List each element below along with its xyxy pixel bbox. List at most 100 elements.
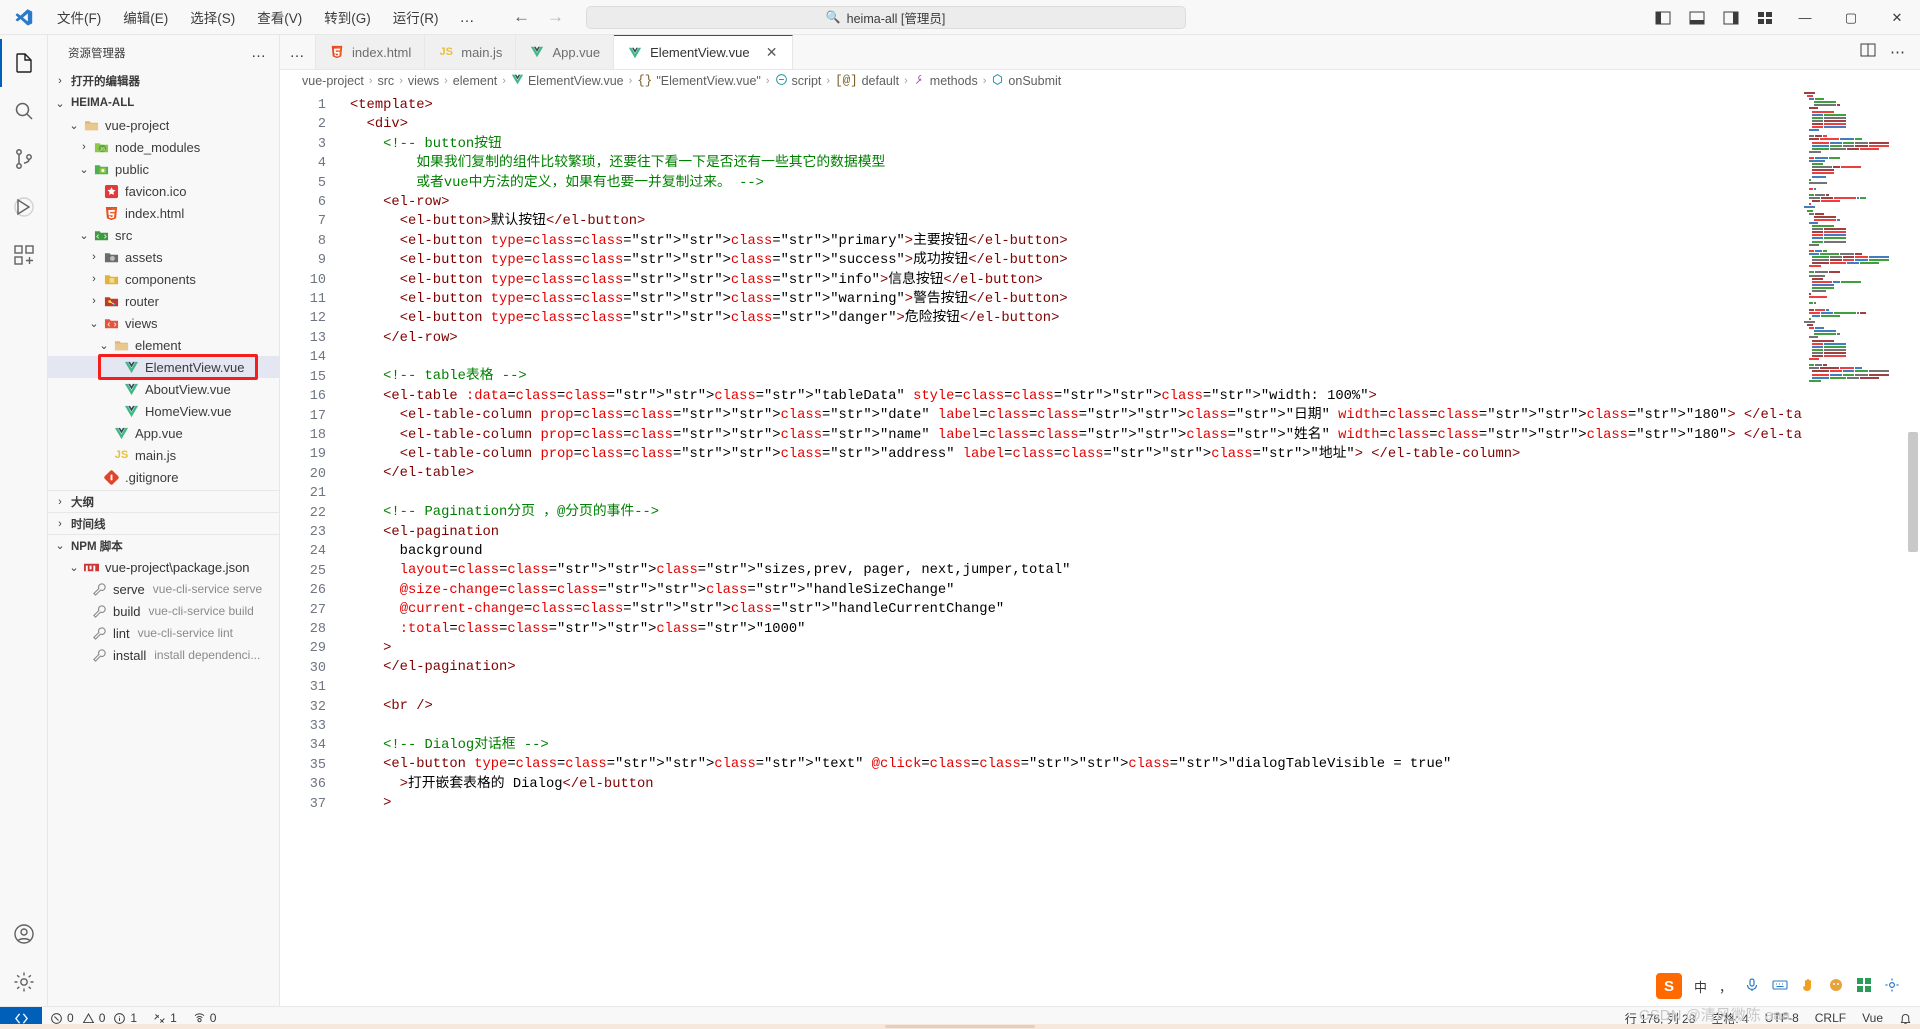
code-line[interactable]: <el-button>默认按钮</el-button> <box>342 212 1920 231</box>
editor-more-actions-icon[interactable]: ⋯ <box>1890 43 1906 61</box>
code-line[interactable]: >打开嵌套表格的 Dialog</el-button <box>342 775 1920 794</box>
tree-file-index.html[interactable]: index.html <box>48 202 279 224</box>
timeline-section[interactable]: › 时间线 <box>48 512 279 534</box>
code-line[interactable]: 或者vue中方法的定义，如果有也要一并复制过来。 --> <box>342 174 1920 193</box>
code-line[interactable]: <el-row> <box>342 193 1920 212</box>
tree-folder-element[interactable]: ⌄ element <box>48 334 279 356</box>
ime-mode-chinese[interactable]: 中 <box>1694 977 1707 996</box>
code-line[interactable]: 如果我们复制的组件比较繁琐，还要往下看一下是否还有一些其它的数据模型 <box>342 154 1920 173</box>
scrollbar-thumb[interactable] <box>1908 432 1918 552</box>
code-line[interactable]: <!-- button按钮 <box>342 135 1920 154</box>
code-line[interactable]: <br /> <box>342 697 1920 716</box>
minimap[interactable] <box>1802 92 1902 1006</box>
code-line[interactable] <box>342 484 1920 503</box>
editor-tab-App.vue[interactable]: App.vue <box>516 35 615 69</box>
code-line[interactable]: <el-button type=class=class="str">"str">… <box>342 251 1920 270</box>
code-line[interactable]: > <box>342 794 1920 813</box>
breadcrumb-item-7[interactable]: [@] default <box>835 74 899 88</box>
tree-folder-assets[interactable]: › assets <box>48 246 279 268</box>
breadcrumb-item-1[interactable]: src <box>378 74 395 88</box>
tree-folder-views[interactable]: ⌄ views <box>48 312 279 334</box>
code-line[interactable]: <el-button type=class=class="str">"str">… <box>342 271 1920 290</box>
navigation-buttons[interactable]: ← → <box>512 7 566 27</box>
code-line[interactable]: background <box>342 542 1920 561</box>
editor-tab-ElementView.vue[interactable]: ElementView.vue ✕ <box>614 35 793 69</box>
code-line[interactable]: </el-pagination> <box>342 658 1920 677</box>
split-editor-icon[interactable] <box>1860 42 1876 63</box>
hand-icon[interactable] <box>1800 977 1816 996</box>
tree-folder-src[interactable]: ⌄ src <box>48 224 279 246</box>
tree-folder-router[interactable]: › router <box>48 290 279 312</box>
editor-actions[interactable]: ⋯ <box>1846 35 1920 69</box>
smile-icon[interactable] <box>1828 977 1844 996</box>
activity-search-icon[interactable] <box>0 87 48 135</box>
tab-close-icon[interactable]: ✕ <box>765 44 779 61</box>
tree-file-HomeView.vue[interactable]: HomeView.vue <box>48 400 279 422</box>
code-line[interactable]: <el-table :data=class=class="str">"str">… <box>342 387 1920 406</box>
explorer-actions-button[interactable]: … <box>251 44 273 61</box>
code-content[interactable]: <template> <div> <!-- button按钮 如果我们复制的组件… <box>342 92 1920 1006</box>
activity-account-icon[interactable] <box>0 910 48 958</box>
code-line[interactable] <box>342 678 1920 697</box>
close-button[interactable]: ✕ <box>1874 0 1920 35</box>
activity-source-control-icon[interactable] <box>0 135 48 183</box>
tree-folder-components[interactable]: › components <box>48 268 279 290</box>
back-icon[interactable]: ← <box>512 7 532 27</box>
code-line[interactable]: <el-pagination <box>342 523 1920 542</box>
code-line[interactable]: <!-- table表格 --> <box>342 367 1920 386</box>
npm-script-install[interactable]: install install dependenci... <box>48 644 279 666</box>
activity-extensions-icon[interactable] <box>0 231 48 279</box>
code-line[interactable]: <el-button type=class=class="str">"str">… <box>342 309 1920 328</box>
toggle-panel-icon[interactable] <box>1680 0 1714 35</box>
tree-file-.gitignore[interactable]: .gitignore <box>48 466 279 488</box>
code-line[interactable]: > <box>342 639 1920 658</box>
code-line[interactable]: <!-- Pagination分页 ，@分页的事件--> <box>342 503 1920 522</box>
tree-file-AboutView.vue[interactable]: AboutView.vue <box>48 378 279 400</box>
menu-bar[interactable]: 文件(F) 编辑(E) 选择(S) 查看(V) 转到(G) 运行(R) … <box>46 4 486 30</box>
code-line[interactable]: </el-row> <box>342 329 1920 348</box>
menu-view[interactable]: 查看(V) <box>246 4 313 30</box>
code-line[interactable]: <el-table-column prop=class=class="str">… <box>342 426 1920 445</box>
editor-scrollbar[interactable] <box>1906 92 1920 1006</box>
breadcrumb-item-4[interactable]: ElementView.vue <box>511 73 624 89</box>
ime-gear-icon[interactable] <box>1884 977 1900 996</box>
code-line[interactable]: <el-button type=class=class="str">"str">… <box>342 755 1920 774</box>
command-center-search[interactable]: 🔍 heima-all [管理员] <box>585 5 1186 29</box>
npm-script-lint[interactable]: lint vue-cli-service lint <box>48 622 279 644</box>
npm-scripts-list[interactable]: serve vue-cli-service serve build vue-cli-s… <box>48 578 279 666</box>
breadcrumb-item-2[interactable]: views <box>408 74 439 88</box>
menu-run[interactable]: 运行(R) <box>382 4 450 30</box>
code-line[interactable]: </el-table> <box>342 464 1920 483</box>
file-tree[interactable]: ⌄ vue-project › JS node_modules ⌄ public favico… <box>48 114 279 488</box>
tree-file-ElementView.vue[interactable]: ElementView.vue <box>48 356 279 378</box>
toggle-secondary-sidebar-icon[interactable] <box>1714 0 1748 35</box>
code-line[interactable]: <el-table-column prop=class=class="str">… <box>342 445 1920 464</box>
activity-settings-gear-icon[interactable] <box>0 958 48 1006</box>
customize-layout-icon[interactable] <box>1748 0 1782 35</box>
code-line[interactable]: :total=class=class="str">"str">class="st… <box>342 620 1920 639</box>
tree-file-App.vue[interactable]: App.vue <box>48 422 279 444</box>
outline-section[interactable]: › 大纲 <box>48 490 279 512</box>
code-line[interactable]: @size-change=class=class="str">"str">cla… <box>342 581 1920 600</box>
ime-punctuation[interactable]: ， <box>1719 977 1732 996</box>
open-editors-section[interactable]: › 打开的编辑器 <box>48 70 279 92</box>
grid-icon[interactable] <box>1856 977 1872 996</box>
minimize-button[interactable]: — <box>1782 0 1828 35</box>
tree-file-favicon.ico[interactable]: favicon.ico <box>48 180 279 202</box>
breadcrumb[interactable]: vue-project › src › views › element › ElementVie… <box>280 70 1920 92</box>
tree-folder-vue-project[interactable]: ⌄ vue-project <box>48 114 279 136</box>
mic-icon[interactable] <box>1744 977 1760 996</box>
code-editor[interactable]: 1 2 3 4 5 6 7 8 9 10 11 12 13 14 15 16 17 18 19 20 21 22 23 24 2… <box>280 92 1920 1006</box>
npm-script-build[interactable]: build vue-cli-service build <box>48 600 279 622</box>
npm-scripts-section[interactable]: ⌄ NPM 脚本 <box>48 534 279 556</box>
breadcrumb-item-9[interactable]: onSubmit <box>991 73 1061 89</box>
ime-toolbar[interactable]: S 中 ， <box>1646 969 1910 1003</box>
workspace-root-section[interactable]: ⌄ HEIMA-ALL <box>48 92 279 114</box>
code-line[interactable]: <el-button type=class=class="str">"str">… <box>342 290 1920 309</box>
code-line[interactable]: <template> <box>342 96 1920 115</box>
code-line[interactable] <box>342 348 1920 367</box>
editor-tab-main.js[interactable]: JS main.js <box>425 35 517 69</box>
code-line[interactable]: <!-- Dialog对话框 --> <box>342 736 1920 755</box>
code-line[interactable]: <el-button type=class=class="str">"str">… <box>342 232 1920 251</box>
breadcrumb-item-0[interactable]: vue-project <box>302 74 364 88</box>
